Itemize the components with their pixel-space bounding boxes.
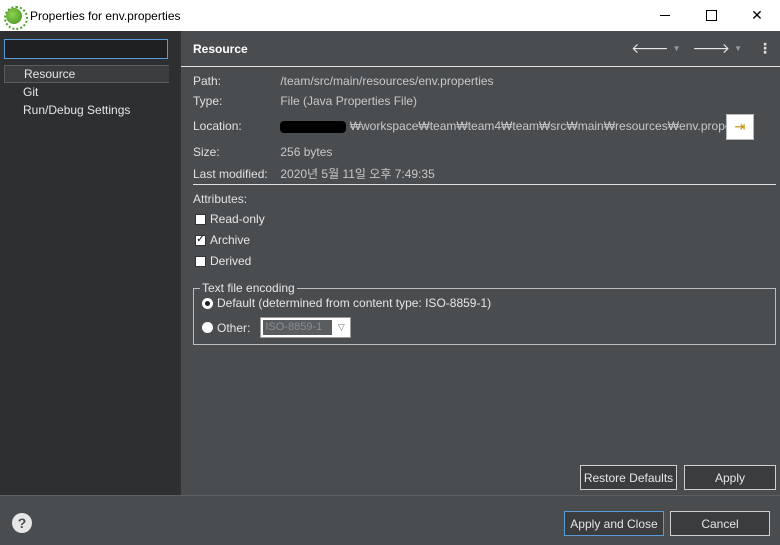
dialog-button-bar: ? Apply and Close Cancel bbox=[0, 495, 780, 545]
read-only-checkbox[interactable] bbox=[195, 213, 206, 225]
maximize-button[interactable] bbox=[688, 0, 734, 31]
forward-dropdown-icon[interactable]: ▼ bbox=[734, 44, 742, 53]
default-encoding-radio[interactable] bbox=[202, 297, 213, 309]
filter-input[interactable] bbox=[4, 39, 168, 59]
chevron-down-icon[interactable]: ▽ bbox=[332, 322, 350, 333]
type-label: Type: bbox=[193, 94, 223, 108]
type-row: Type: File (Java Properties File) bbox=[193, 94, 417, 108]
forward-arrow-icon[interactable]: 🡒 bbox=[693, 40, 731, 57]
back-arrow-icon[interactable]: 🡐 bbox=[631, 40, 669, 57]
other-encoding-label: Other: bbox=[217, 320, 251, 335]
spring-app-icon bbox=[4, 5, 28, 30]
location-value: ₩workspace₩team₩team4₩team₩src₩main₩reso… bbox=[349, 119, 755, 133]
derived-checkbox[interactable] bbox=[195, 255, 206, 267]
encoding-combo-value: ISO-8859-1 bbox=[263, 320, 333, 335]
other-encoding-radio[interactable] bbox=[202, 322, 213, 333]
type-value: File (Java Properties File) bbox=[280, 94, 418, 108]
derived-checkbox-row[interactable]: Derived bbox=[195, 254, 251, 268]
text-file-encoding-group: Text file encoding Default (determined f… bbox=[193, 281, 776, 345]
property-page-tree: Resource Git Run/Debug Settings bbox=[0, 31, 178, 495]
encoding-legend: Text file encoding bbox=[200, 281, 297, 295]
default-encoding-label: Default (determined from content type: I… bbox=[217, 296, 492, 310]
location-label: Location: bbox=[193, 119, 242, 133]
redacted-mark bbox=[280, 120, 347, 133]
sash-divider[interactable] bbox=[169, 31, 179, 495]
path-label: Path: bbox=[193, 74, 222, 88]
derived-label: Derived bbox=[210, 254, 252, 268]
default-encoding-option[interactable]: Default (determined from content type: I… bbox=[202, 296, 491, 310]
window-title: Properties for env.properties bbox=[30, 8, 181, 23]
tree-item-git[interactable]: Git bbox=[4, 83, 170, 101]
path-row: Path: /team/src/main/resources/env.prope… bbox=[193, 74, 494, 88]
back-dropdown-icon[interactable]: ▼ bbox=[673, 44, 681, 53]
read-only-label: Read-only bbox=[210, 212, 265, 226]
restore-defaults-button[interactable]: Restore Defaults bbox=[580, 465, 677, 490]
show-in-explorer-button[interactable]: ⇥ bbox=[726, 114, 754, 140]
page-header: Resource 🡐 ▼ 🡒 ▼ ⋮ bbox=[181, 31, 780, 67]
title-bar: Properties for env.properties ✕ bbox=[0, 0, 780, 31]
size-value: 256 bytes bbox=[280, 145, 333, 159]
help-icon[interactable]: ? bbox=[12, 513, 32, 533]
page-title: Resource bbox=[193, 41, 248, 56]
separator bbox=[193, 184, 776, 185]
modified-label: Last modified: bbox=[193, 167, 268, 181]
attributes-label: Attributes: bbox=[193, 192, 248, 206]
apply-button[interactable]: Apply bbox=[684, 465, 776, 490]
encoding-combo[interactable]: ISO-8859-1 ▽ bbox=[260, 317, 352, 338]
modified-row: Last modified: 2020년 5월 11일 오후 7:49:35 bbox=[193, 165, 435, 182]
path-value: /team/src/main/resources/env.properties bbox=[280, 74, 494, 88]
tree-item-run-debug-settings[interactable]: Run/Debug Settings bbox=[4, 101, 170, 119]
close-button[interactable]: ✕ bbox=[734, 0, 780, 31]
open-folder-icon: ⇥ bbox=[734, 119, 746, 134]
resource-page: Resource 🡐 ▼ 🡒 ▼ ⋮ Path: /team/src/main/… bbox=[181, 31, 780, 495]
archive-checkbox-row[interactable]: ✓ Archive bbox=[195, 233, 250, 247]
archive-checkbox[interactable]: ✓ bbox=[195, 234, 206, 246]
tree-item-resource[interactable]: Resource bbox=[4, 65, 170, 83]
minimize-button[interactable] bbox=[642, 0, 688, 31]
read-only-checkbox-row[interactable]: Read-only bbox=[195, 212, 265, 226]
apply-and-close-button[interactable]: Apply and Close bbox=[564, 511, 664, 536]
archive-label: Archive bbox=[210, 233, 251, 247]
other-encoding-option[interactable]: Other: ISO-8859-1 ▽ bbox=[202, 317, 352, 338]
modified-value: 2020년 5월 11일 오후 7:49:35 bbox=[280, 167, 435, 181]
size-row: Size: 256 bytes bbox=[193, 145, 332, 159]
view-menu-icon[interactable]: ⋮ bbox=[758, 40, 772, 57]
size-label: Size: bbox=[193, 145, 220, 159]
cancel-button[interactable]: Cancel bbox=[670, 511, 770, 536]
location-row: Location: ₩workspace₩team₩team4₩team₩src… bbox=[193, 119, 754, 133]
